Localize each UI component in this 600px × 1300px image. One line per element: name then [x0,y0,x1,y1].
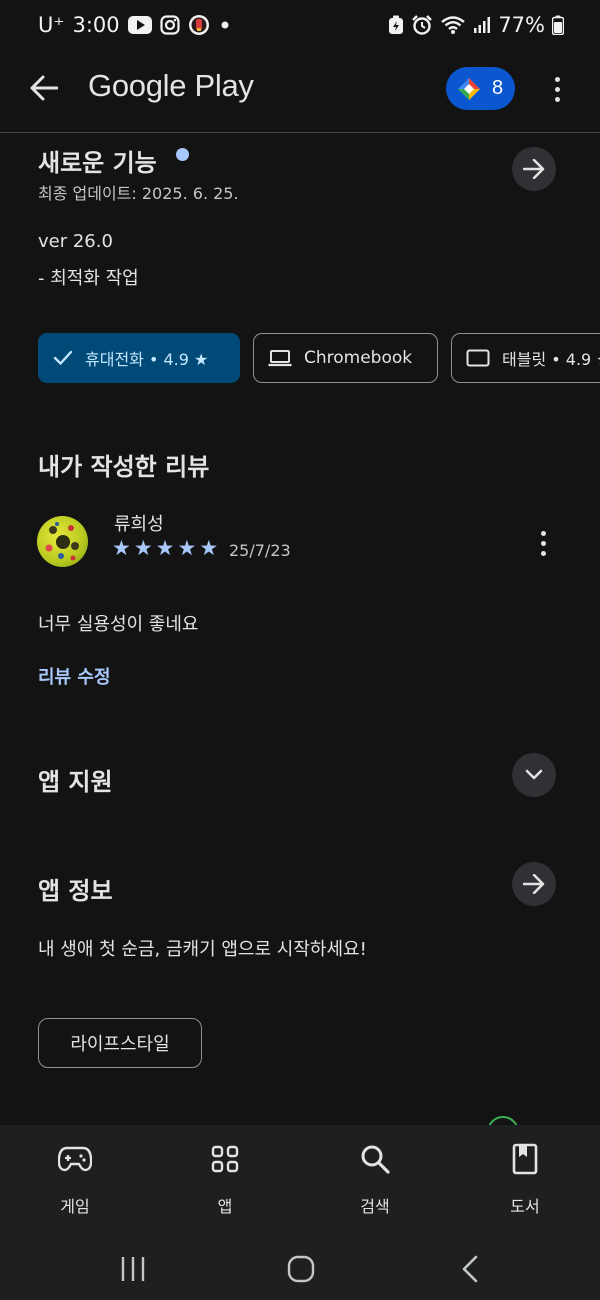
more-dot-icon [554,86,560,92]
recent-apps-button[interactable] [113,1249,153,1289]
more-dot-icon [540,540,546,546]
app-info-arrow-button[interactable] [512,862,556,906]
star-icon: ★ [133,536,153,560]
more-dot-icon [554,76,560,82]
star-icon: ★ [155,536,175,560]
app-bar: Google Play 8 [0,50,600,132]
app-info-title: 앱 정보 [38,877,113,905]
star-icon: ★ [177,536,197,560]
nav-item-apps[interactable]: 앱 [175,1139,275,1217]
carrier-label: U⁺ [38,13,65,37]
notification-dot-icon [218,18,232,32]
apps-grid-icon [211,1139,239,1179]
check-icon [53,350,73,365]
system-back-button[interactable] [450,1249,490,1289]
update-note-text: - 최적화 작업 [38,268,139,289]
wifi-icon [440,15,466,35]
nav-label-games: 게임 [60,1197,90,1216]
tablet-icon [466,349,490,367]
device-chip-chromebook-label: Chromebook [304,348,413,368]
avatar-image-icon [45,522,79,561]
more-dot-icon [540,530,546,536]
bottom-navigation: 게임 앱 검색 도서 [0,1125,600,1235]
instagram-icon [160,15,180,35]
back-arrow-icon [30,75,58,101]
my-review-title: 내가 작성한 리뷰 [38,453,210,481]
review-more-button[interactable] [528,526,558,560]
laptop-icon [268,350,292,367]
nav-label-apps: 앱 [217,1197,233,1216]
app-notification-icon [188,14,210,36]
chevron-left-icon [462,1255,478,1283]
app-support-expand-button[interactable] [512,753,556,797]
nav-item-games[interactable]: 게임 [25,1139,125,1217]
device-chip-tablet-label: 태블릿 • 4.9 ★ [502,350,600,369]
device-chip-chromebook[interactable]: Chromebook [253,333,438,383]
more-dot-icon [540,550,546,556]
play-points-badge[interactable]: 8 [446,67,515,110]
status-right: 77% [388,13,564,37]
review-text: 너무 실용성이 좋네요 [38,614,199,635]
app-description: 내 생애 첫 순금, 금캐기 앱으로 시작하세요! [38,939,367,960]
app-support-title: 앱 지원 [38,768,113,796]
star-icon: ★ [112,536,131,560]
status-bar: U⁺ 3:00 77% [0,0,600,50]
gamepad-icon [58,1139,92,1179]
review-date: 25/7/23 [229,541,291,560]
whats-new-arrow-button[interactable] [512,147,556,191]
play-points-icon [458,77,480,100]
system-navigation-bar [0,1235,600,1300]
last-updated-text: 최종 업데이트: 2025. 6. 25. [38,184,239,203]
reviewer-name: 류희성 [114,514,164,535]
whats-new-title: 새로운 기능 [38,149,157,177]
recent-apps-icon [121,1257,145,1281]
battery-icon [552,15,564,35]
more-options-button[interactable] [540,72,574,106]
avatar [37,516,88,567]
device-chip-tablet[interactable]: 태블릿 • 4.9 ★ [451,333,600,383]
search-icon [360,1139,390,1179]
more-dot-icon [554,96,560,102]
alarm-icon [411,14,433,36]
star-icon: ★ [199,536,219,560]
review-rating-stars: ★ ★ ★ ★ ★ [112,537,218,559]
book-icon [512,1139,538,1179]
device-chip-phone-label: 휴대전화 • 4.9 ★ [85,350,209,369]
nav-label-search: 검색 [360,1197,390,1216]
edit-review-link[interactable]: 리뷰 수정 [38,663,111,689]
nav-item-search[interactable]: 검색 [325,1139,425,1217]
nav-label-books: 도서 [510,1197,540,1216]
device-chip-phone[interactable]: 휴대전화 • 4.9 ★ [38,333,240,383]
app-title: Google Play [88,68,254,103]
status-left: U⁺ 3:00 [38,13,232,37]
arrow-right-icon [523,874,545,894]
home-icon [287,1255,315,1283]
battery-saver-icon [388,15,404,35]
youtube-icon [127,16,152,34]
new-indicator-dot [176,148,189,161]
play-points-count: 8 [492,77,504,99]
arrow-right-icon [523,159,545,179]
battery-percent: 77% [498,13,545,37]
category-chip[interactable]: 라이프스타일 [38,1018,202,1068]
home-button[interactable] [281,1249,321,1289]
chevron-down-icon [525,769,543,780]
app-bar-divider [0,132,600,133]
nav-item-books[interactable]: 도서 [475,1139,575,1217]
back-button[interactable] [26,70,62,106]
version-text: ver 26.0 [38,231,113,252]
signal-icon [473,16,491,34]
clock: 3:00 [72,13,120,37]
